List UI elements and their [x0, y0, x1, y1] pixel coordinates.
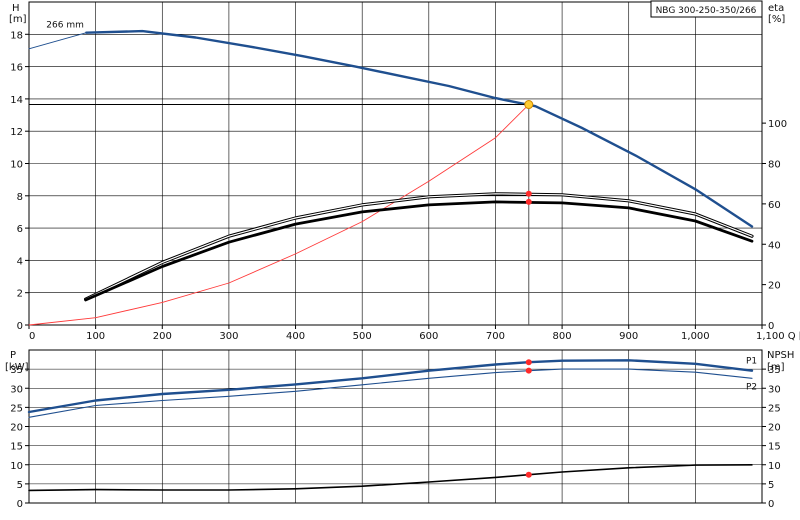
x-tick-label: 500	[353, 331, 372, 342]
y-right-axis-label: eta	[768, 3, 784, 14]
y-right-tick-label: 100	[768, 119, 787, 130]
y-right-axis-unit: [%]	[768, 14, 785, 25]
bottom-y-right-axis-label: NPSH	[767, 350, 794, 361]
y-left-axis-unit: [m]	[9, 14, 27, 25]
x-tick-label: 1,000	[681, 331, 710, 342]
x-tick-label-with-axis-label: 1,100 Q [m³/h]	[756, 331, 800, 342]
p1-label: P1	[746, 357, 757, 367]
op-p2-marker	[525, 367, 532, 374]
y-left-tick-label: 10	[10, 160, 23, 171]
pump-performance-svg: 0 100 200 300 400 500 600 700 800 900 1,000 1,100 Q…	[5, 0, 800, 510]
op-head-marker	[524, 100, 534, 110]
op-eta-inner-marker	[525, 198, 532, 205]
bottom-y-right-tick-label: 10	[768, 461, 781, 472]
p2-label: P2	[746, 382, 757, 392]
x-tick-label: 800	[553, 331, 572, 342]
y-right-tick-label: 60	[768, 200, 781, 211]
bottom-y-left-axis-unit: [kW]	[5, 362, 29, 373]
y-left-axis-label: H	[12, 3, 20, 14]
bottom-y-left-axis-label: P	[10, 350, 16, 361]
y-right-tick-label: 0	[768, 321, 774, 332]
bottom-y-right-tick-label: 25	[768, 403, 781, 414]
bottom-y-left-tick-label: 0	[17, 499, 23, 510]
y-left-tick-label: 14	[10, 95, 23, 106]
x-tick-label: 0	[29, 331, 35, 342]
bottom-y-left-tick-label: 10	[10, 461, 23, 472]
bottom-y-right-tick-label: 5	[768, 480, 774, 491]
bottom-y-right-axis-unit: [m]	[767, 362, 785, 373]
y-left-tick-label: 8	[17, 192, 23, 203]
y-right-tick-label: 80	[768, 160, 781, 171]
y-left-tick-label: 12	[10, 127, 23, 138]
y-left-tick-label: 0	[17, 321, 23, 332]
y-right-tick-label: 40	[768, 240, 781, 251]
head-curve-label: 266 mm	[46, 21, 84, 31]
pump-curve-chart: 0 100 200 300 400 500 600 700 800 900 1,000 1,100 Q…	[0, 0, 800, 520]
op-p1-marker	[525, 359, 532, 366]
y-left-tick-label: 4	[17, 256, 23, 267]
x-tick-label: 700	[486, 331, 505, 342]
bottom-y-left-tick-label: 5	[17, 480, 23, 491]
bottom-y-left-tick-label: 15	[10, 442, 23, 453]
op-npsh-marker	[525, 471, 532, 478]
y-right-tick-label: 20	[768, 281, 781, 292]
op-eta-outer-marker	[525, 190, 532, 197]
x-tick-label: 100	[86, 331, 105, 342]
y-left-tick-label: 16	[10, 63, 23, 74]
y-left-tick-label: 6	[17, 224, 23, 235]
y-left-tick-label: 2	[17, 289, 23, 300]
y-left-tick-label: 18	[10, 30, 23, 41]
x-tick-label: 400	[286, 331, 305, 342]
bottom-y-left-tick-label: 30	[10, 384, 23, 395]
bottom-y-right-tick-label: 15	[768, 442, 781, 453]
bottom-y-right-tick-label: 20	[768, 423, 781, 434]
model-name-label: NBG 300-250-350/266	[656, 6, 757, 16]
bottom-y-left-tick-label: 25	[10, 403, 23, 414]
x-tick-label: 600	[419, 331, 438, 342]
bottom-y-left-tick-label: 20	[10, 423, 23, 434]
x-tick-label: 900	[619, 331, 638, 342]
x-tick-label: 300	[219, 331, 238, 342]
bottom-y-right-tick-label: 30	[768, 384, 781, 395]
x-tick-label: 200	[153, 331, 172, 342]
bottom-y-right-tick-label: 0	[768, 499, 774, 510]
